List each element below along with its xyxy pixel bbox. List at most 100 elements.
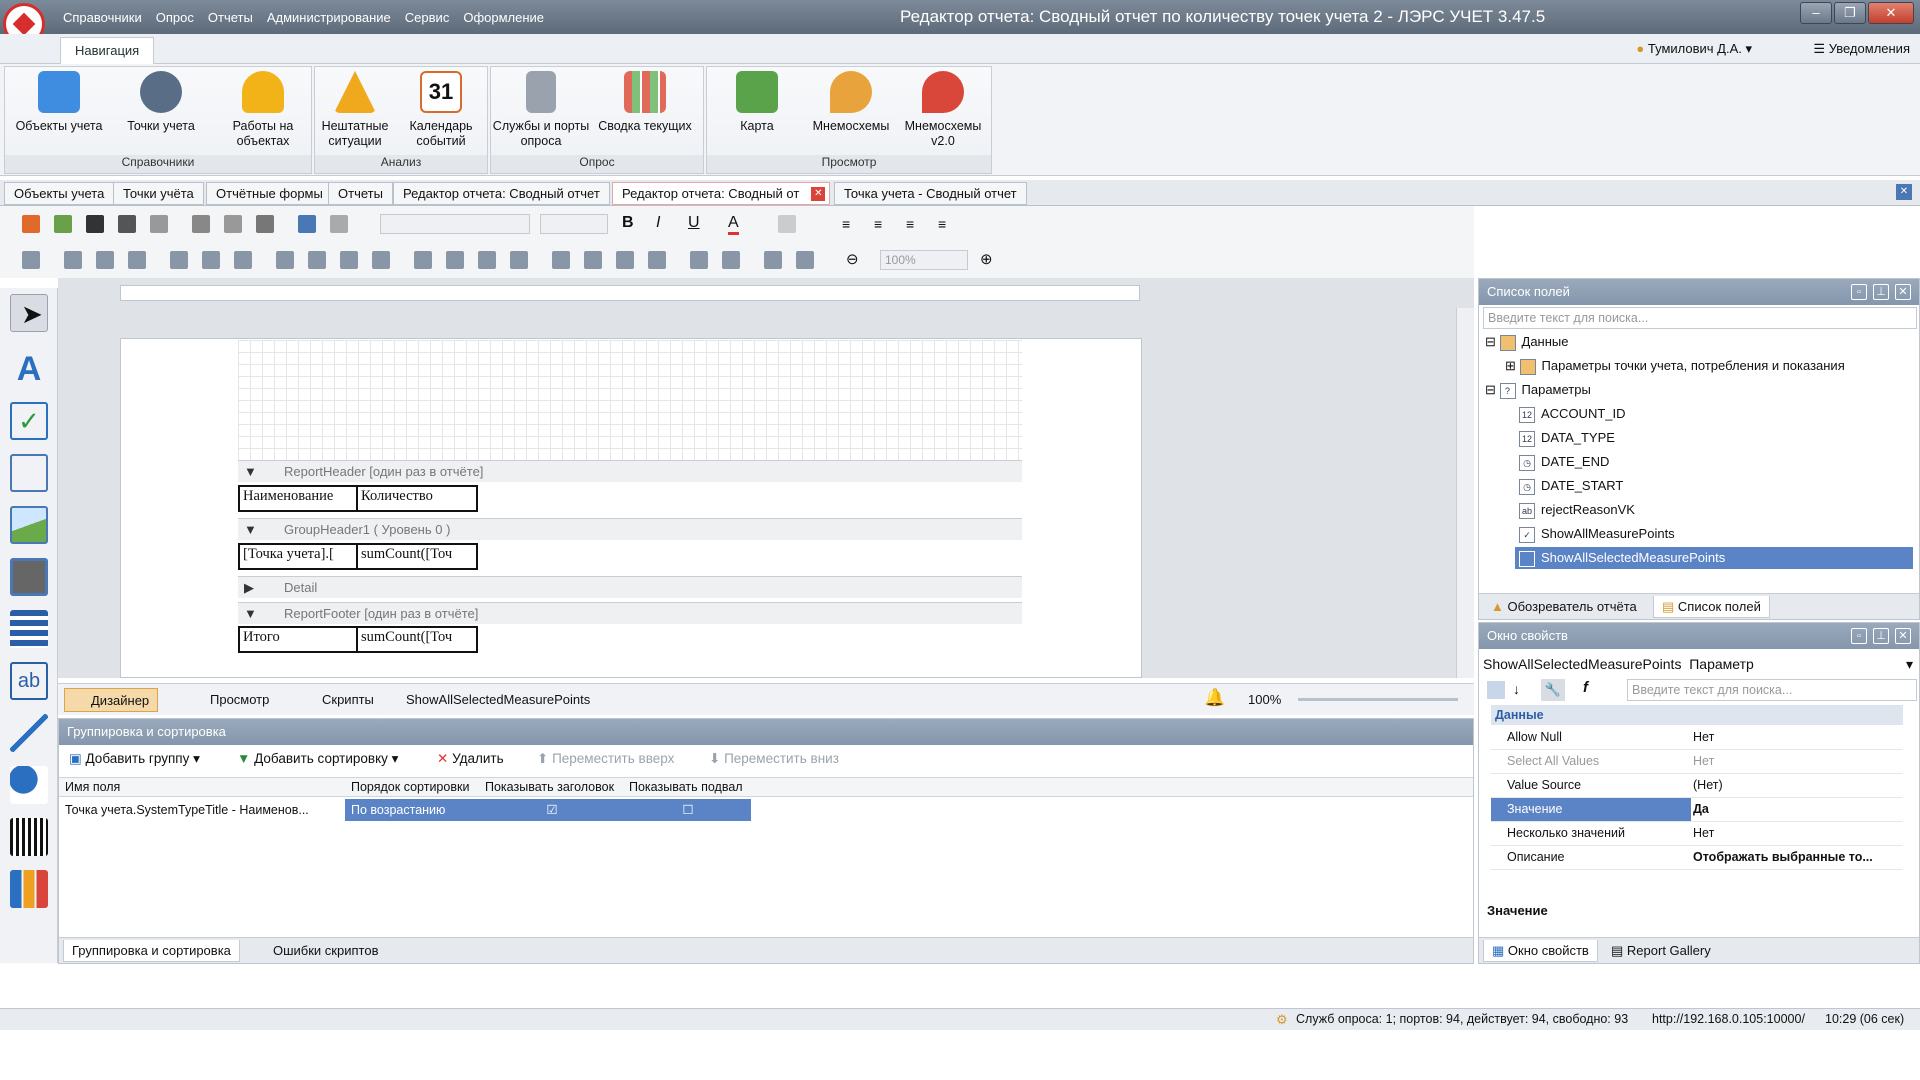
panel-dock-icon[interactable]: ▫ — [1851, 284, 1867, 300]
prop-value[interactable]: Отображать выбранные то... — [1693, 846, 1899, 869]
font-size-select[interactable] — [540, 214, 608, 234]
tab-report-explorer[interactable]: ▲ Обозреватель отчёта — [1483, 596, 1645, 618]
panel-close-icon[interactable]: ✕ — [1895, 284, 1911, 300]
tree-node-data[interactable]: ⊟ Данные — [1485, 331, 1568, 353]
alphabetical-icon[interactable]: ↓ — [1513, 681, 1520, 697]
doc-tab-objects[interactable]: Объекты учета — [4, 182, 115, 205]
menu-item-polling[interactable]: Опрос — [149, 10, 201, 25]
tree-node-account-id[interactable]: 12 ACCOUNT_ID — [1519, 403, 1626, 425]
tree-node-date-end[interactable]: ◷ DATE_END — [1519, 451, 1609, 473]
move-up-button[interactable]: ⬆ Переместить вверх — [537, 751, 674, 767]
same-width-icon[interactable] — [276, 251, 294, 269]
center-h-icon[interactable] — [690, 251, 708, 269]
redo-icon[interactable] — [330, 215, 348, 233]
save-icon[interactable] — [86, 215, 104, 233]
v-increase-icon[interactable] — [584, 251, 602, 269]
prop-value[interactable]: Нет — [1693, 726, 1899, 749]
save-as-icon[interactable] — [150, 215, 168, 233]
panel-tool-icon[interactable] — [10, 558, 48, 596]
zoom-in-icon[interactable]: ⊕ — [980, 250, 993, 268]
maximize-button[interactable]: ❐ — [1834, 2, 1866, 24]
align-middles-icon[interactable] — [202, 251, 220, 269]
v-remove-icon[interactable] — [648, 251, 666, 269]
zoom-out-icon[interactable]: ⊖ — [846, 250, 859, 268]
prop-row[interactable]: Select All Values Нет — [1491, 750, 1903, 774]
v-spacing-icon[interactable] — [552, 251, 570, 269]
menu-item-reports[interactable]: Отчеты — [201, 10, 260, 25]
cell-name-header[interactable]: Наименование — [238, 485, 358, 512]
field-search-input[interactable]: Введите текст для поиска... — [1483, 307, 1917, 329]
save-all-icon[interactable] — [118, 215, 136, 233]
undo-icon[interactable] — [298, 215, 316, 233]
same-size-icon[interactable] — [372, 251, 390, 269]
function-icon[interactable]: f — [1583, 679, 1588, 696]
menu-item-references[interactable]: Справочники — [56, 10, 149, 25]
panel-dock-icon[interactable]: ▫ — [1851, 628, 1867, 644]
same-height-icon[interactable] — [340, 251, 358, 269]
picture-tool-icon[interactable] — [10, 506, 48, 544]
collapse-icon[interactable]: ▼ — [244, 461, 257, 482]
doc-tab-point-report[interactable]: Точка учета - Сводный отчет — [834, 182, 1027, 205]
prop-row[interactable]: Allow Null Нет — [1491, 726, 1903, 750]
font-family-select[interactable] — [380, 214, 530, 234]
tree-node-show-all[interactable]: ✓ ShowAllMeasurePoints — [1519, 523, 1675, 545]
char-comb-tool-icon[interactable]: ab — [10, 662, 48, 700]
prop-value[interactable]: Нет — [1693, 750, 1899, 773]
doc-tab-points[interactable]: Точки учёта — [113, 182, 204, 205]
band-group-header[interactable]: GroupHeader1 ( Уровень 0 ) ▼ — [238, 518, 1022, 540]
band-report-header[interactable]: ReportHeader [один раз в отчёте] ▼ — [238, 460, 1022, 482]
h-decrease-icon[interactable] — [478, 251, 496, 269]
objects-button[interactable]: Объекты учета — [9, 71, 109, 134]
tree-node-params-table[interactable]: ⊞ Параметры точки учета, потребления и п… — [1505, 355, 1845, 377]
add-sort-button[interactable]: ▼ Добавить сортировку ▾ — [237, 751, 398, 767]
h-increase-icon[interactable] — [446, 251, 464, 269]
panel-pin-icon[interactable]: ⊥ — [1873, 628, 1889, 644]
band-detail[interactable]: Detail ▶ — [238, 576, 1022, 598]
designer-tab[interactable]: Дизайнер — [64, 688, 159, 712]
cell-count-header[interactable]: Количество — [356, 485, 478, 512]
upload-icon[interactable] — [22, 215, 40, 233]
services-button[interactable]: Службы и порты опроса — [491, 71, 591, 149]
tree-node-data-type[interactable]: 12 DATA_TYPE — [1519, 427, 1615, 449]
cell-total-label[interactable]: Итого — [238, 626, 358, 653]
align-center-icon[interactable]: ≡ — [874, 216, 882, 232]
property-search-input[interactable]: Введите текст для поиска... — [1627, 679, 1917, 701]
close-button[interactable]: ✕ — [1868, 2, 1914, 24]
wrench-icon[interactable]: 🔧 — [1541, 679, 1565, 701]
richtext-tool-icon[interactable] — [10, 454, 48, 492]
category-data[interactable]: Данные — [1491, 705, 1903, 725]
incidents-button[interactable]: Нештатные ситуации — [305, 71, 405, 149]
band-report-footer[interactable]: ReportFooter [один раз в отчёте] ▼ — [238, 602, 1022, 624]
collapse-icon[interactable]: ▼ — [244, 603, 257, 624]
align-tops-icon[interactable] — [170, 251, 188, 269]
underline-icon[interactable]: U — [688, 214, 700, 232]
align-rights-icon[interactable] — [128, 251, 146, 269]
zoom-slider[interactable] — [1298, 698, 1458, 701]
align-lefts-icon[interactable] — [64, 251, 82, 269]
doc-tab-editor-1[interactable]: Редактор отчета: Сводный отчет — [393, 182, 610, 205]
cell-total-count[interactable]: sumCount([Точ — [356, 626, 478, 653]
barcode-tool-icon[interactable] — [10, 818, 48, 856]
status-url[interactable]: http://192.168.0.105:10000/ — [1652, 1012, 1805, 1026]
tab-navigation[interactable]: Навигация — [60, 37, 155, 64]
shape-tool-icon[interactable] — [10, 766, 48, 804]
prop-row[interactable]: Значение Да — [1491, 798, 1903, 822]
cell-group-count[interactable]: sumCount([Точ — [356, 543, 478, 570]
row-show-header-checkbox[interactable]: ☑ — [479, 799, 625, 821]
tab-script-errors[interactable]: Ошибки скриптов — [265, 940, 386, 962]
close-all-icon[interactable]: ✕ — [1896, 184, 1912, 200]
center-v-icon[interactable] — [722, 251, 740, 269]
table-row[interactable]: Точка учета.SystemTypeTitle - Наименов..… — [59, 799, 751, 821]
prop-row[interactable]: Несколько значений Нет — [1491, 822, 1903, 846]
close-tab-icon[interactable]: ✕ — [811, 187, 826, 201]
tab-grouping[interactable]: Группировка и сортировка — [63, 940, 240, 962]
row-show-footer-checkbox[interactable]: ☐ — [625, 799, 751, 821]
calendar-button[interactable]: 31 Календарь событий — [391, 71, 491, 149]
doc-tab-editor-2[interactable]: Редактор отчета: Сводный от ✕ — [612, 182, 831, 205]
categorized-icon[interactable] — [1487, 681, 1505, 699]
tab-properties[interactable]: ▦ Окно свойств — [1483, 940, 1598, 962]
size-to-grid-icon[interactable] — [308, 251, 326, 269]
prop-row[interactable]: Описание Отображать выбранные то... — [1491, 846, 1903, 870]
v-decrease-icon[interactable] — [616, 251, 634, 269]
font-color-icon[interactable]: A — [728, 214, 739, 235]
